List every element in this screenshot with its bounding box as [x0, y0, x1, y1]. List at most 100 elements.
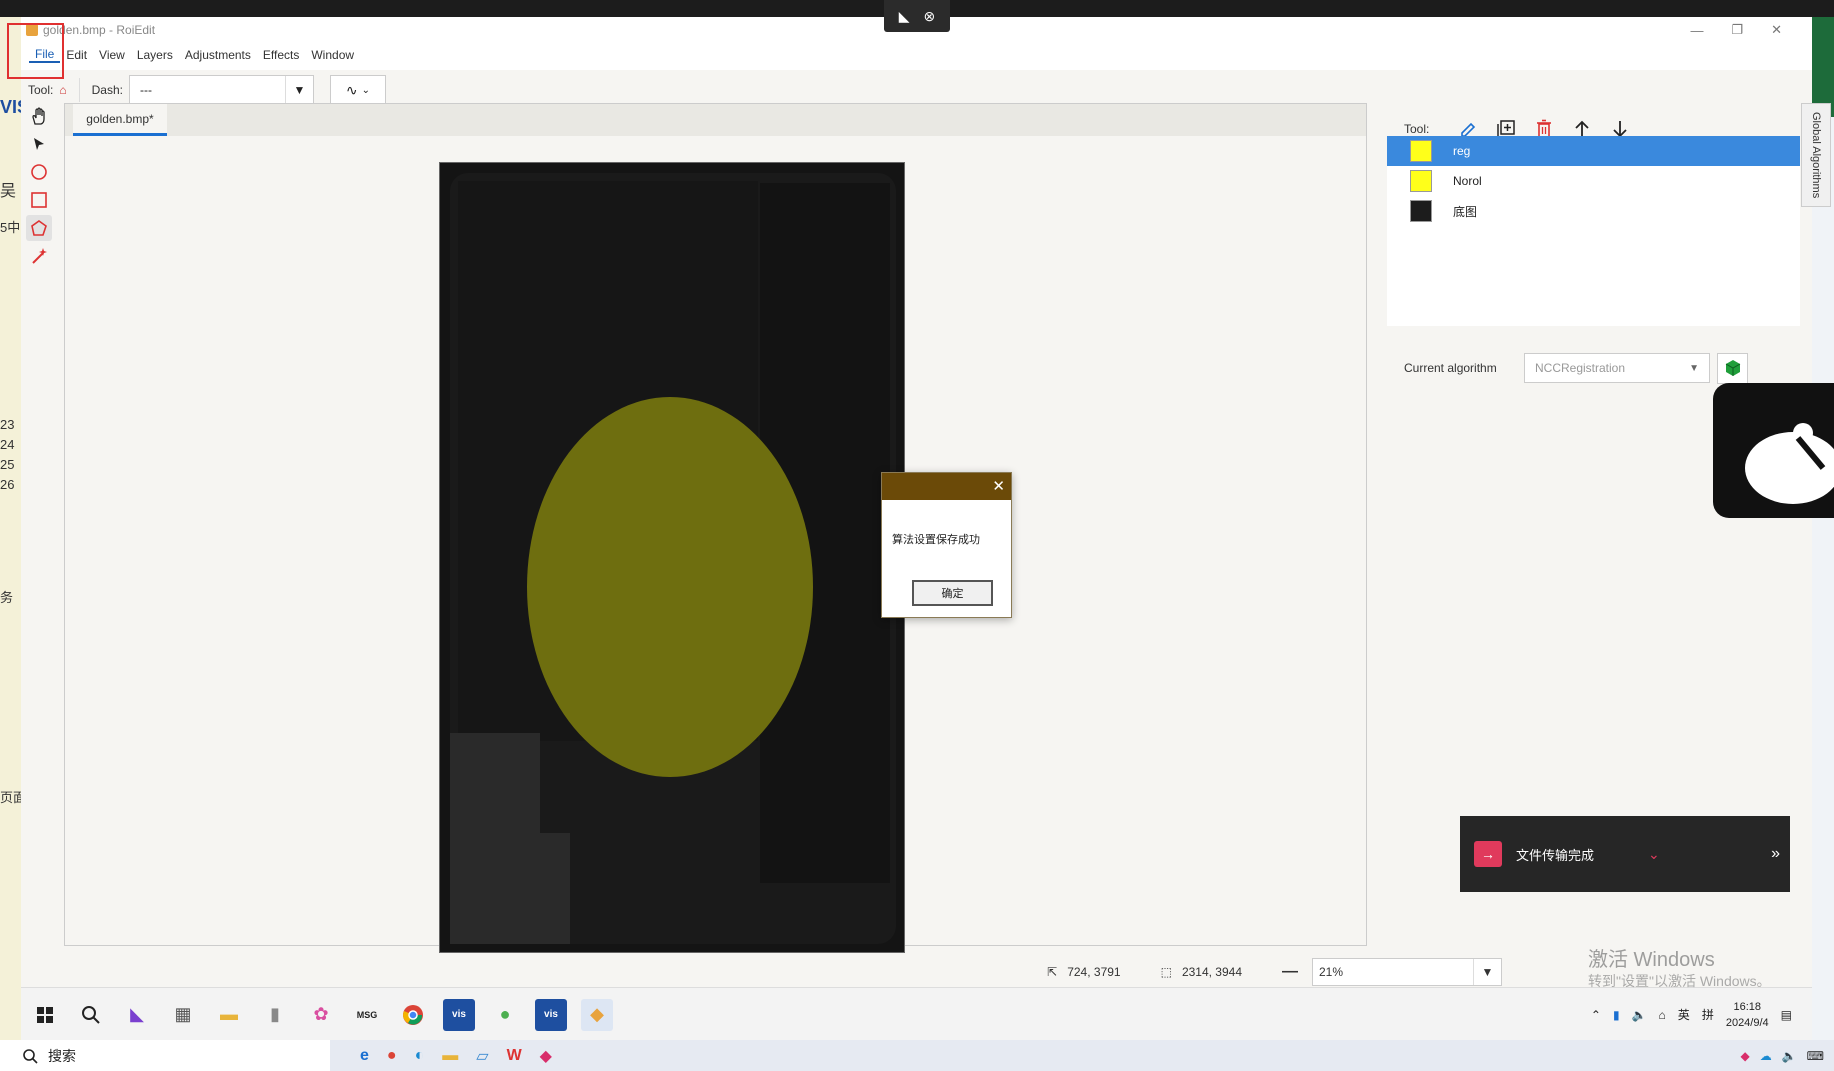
close-icon[interactable]: ✕	[1771, 22, 1782, 38]
tab-global-algorithms[interactable]: Global Algorithms	[1801, 103, 1831, 207]
visual-studio-icon[interactable]: ◣	[121, 999, 153, 1031]
close-icon[interactable]: ✕	[992, 477, 1005, 495]
ie-icon[interactable]: e	[360, 1047, 369, 1065]
clock[interactable]: 16:18 2024/9/4	[1726, 999, 1769, 1031]
layer-list: reg Norol 底图	[1387, 136, 1800, 326]
disconnect-icon[interactable]: ⊗	[924, 8, 936, 25]
app-icon[interactable]: ▮	[259, 999, 291, 1031]
transfer-notification[interactable]: → 文件传输完成 ⌄ »	[1460, 816, 1790, 892]
circle-icon[interactable]	[26, 159, 52, 185]
line-style-button[interactable]: ∿ ⌄	[329, 75, 386, 105]
palette-icon[interactable]: ✿	[305, 999, 337, 1031]
pointer-icon[interactable]	[26, 131, 52, 157]
ime-mode[interactable]: 拼	[1702, 1006, 1714, 1023]
cursor-icon: ⇱	[1047, 965, 1058, 979]
layer-name: reg	[1453, 144, 1471, 158]
menu-adjustments[interactable]: Adjustments	[179, 48, 257, 62]
msg-icon[interactable]: MSG	[351, 999, 383, 1031]
polygon-icon[interactable]	[26, 215, 52, 241]
dash-label: Dash:	[91, 83, 123, 97]
cloud-icon[interactable]: ☁	[1760, 1049, 1772, 1063]
highlight-box	[7, 23, 64, 79]
tool-palette	[21, 103, 54, 1003]
document-tab-bar: golden.bmp*	[65, 104, 1366, 136]
host-taskbar: 搜索 e ● ◐ ▬ ▱ W ◆ ◆ ☁ 🔈 ⌨	[0, 1040, 1834, 1071]
dialog-message: 算法设置保存成功	[892, 534, 980, 546]
chrome-icon[interactable]: ●	[387, 1047, 397, 1065]
menu-effects[interactable]: Effects	[257, 48, 305, 62]
ime-indicator[interactable]: 英	[1678, 1006, 1690, 1023]
bluetooth-icon[interactable]: ▮	[1613, 1008, 1620, 1022]
chevron-down-icon: ▼	[1689, 362, 1699, 374]
image-size: 2314, 3944	[1181, 965, 1242, 979]
rectangle-icon[interactable]	[26, 187, 52, 213]
image-viewer-icon[interactable]: ▦	[167, 999, 199, 1031]
algorithm-settings-button[interactable]	[1717, 352, 1748, 384]
keyboard-icon[interactable]: ⌨	[1807, 1049, 1824, 1063]
zoom-control: — 21% ▼	[1282, 958, 1502, 986]
folder-transfer-icon: →	[1474, 841, 1502, 867]
layer-item-norol[interactable]: Norol	[1387, 166, 1800, 196]
selection-size-icon: ⬚	[1160, 965, 1172, 979]
layer-item-base[interactable]: 底图	[1387, 196, 1800, 226]
zoom-select[interactable]: 21% ▼	[1312, 958, 1502, 986]
sogou-ime-widget[interactable]	[1713, 383, 1834, 518]
tab-golden-bmp[interactable]: golden.bmp*	[73, 104, 167, 136]
menu-edit[interactable]: Edit	[60, 48, 93, 62]
chevron-down-icon[interactable]: ▼	[284, 76, 313, 104]
start-icon[interactable]	[29, 999, 61, 1031]
vis-icon[interactable]: vis	[443, 998, 475, 1031]
layer-color-swatch	[1410, 200, 1432, 222]
menu-view[interactable]: View	[93, 48, 131, 62]
edge-icon[interactable]: ◐	[415, 1047, 425, 1065]
notification-icon[interactable]: ▤	[1781, 1008, 1792, 1022]
algorithm-value: NCCRegistration	[1535, 361, 1626, 375]
roiedit-icon[interactable]: ◆	[581, 998, 613, 1031]
pin-icon[interactable]: ◣	[899, 8, 910, 25]
layer-item-reg[interactable]: reg	[1387, 136, 1800, 166]
system-tray: ⌃ ▮ 🔈 ⌂ 英 拼 16:18 2024/9/4 ▤	[1591, 988, 1792, 1041]
tray-icon[interactable]: ◆	[1740, 1049, 1749, 1063]
chevron-down-icon[interactable]: ▼	[1473, 959, 1501, 985]
volume-icon[interactable]: 🔈	[1782, 1049, 1797, 1063]
hand-icon[interactable]	[26, 103, 52, 129]
cube-icon	[1725, 360, 1740, 376]
chevron-down-icon[interactable]: ⌄	[1648, 846, 1660, 863]
cursor-position: 724, 3791	[1067, 965, 1121, 979]
file-explorer-icon[interactable]: ▬	[213, 999, 245, 1031]
search-icon	[23, 1048, 38, 1064]
chevron-up-icon[interactable]: ⌃	[1591, 1008, 1601, 1022]
magic-wand-icon[interactable]	[26, 243, 52, 269]
network-icon[interactable]: ⌂	[1659, 1008, 1666, 1022]
feishu-icon[interactable]: ◆	[540, 1046, 552, 1066]
host-search-box[interactable]: 搜索	[0, 1040, 330, 1071]
chrome-icon[interactable]	[397, 999, 429, 1031]
zoom-out-icon[interactable]: —	[1282, 963, 1298, 981]
vis-icon-2[interactable]: vis	[535, 998, 567, 1031]
restore-icon[interactable]: ❐	[1731, 22, 1743, 38]
dash-select[interactable]: --- ▼	[128, 75, 314, 105]
volume-icon[interactable]: 🔈	[1632, 1008, 1647, 1022]
image-canvas[interactable]	[439, 162, 905, 953]
host-system-tray: ◆ ☁ 🔈 ⌨	[1740, 1040, 1824, 1071]
layer-name: Norol	[1453, 174, 1482, 188]
ball-icon[interactable]: ●	[489, 999, 521, 1031]
algorithm-select[interactable]: NCCRegistration ▼	[1524, 353, 1710, 383]
dash-value: ---	[139, 83, 152, 97]
status-bar: ⇱ 724, 3791 ⬚ 2314, 3944 — 21% ▼	[21, 957, 1812, 987]
layers-tool-label: Tool:	[1404, 122, 1430, 136]
wps-icon[interactable]: W	[507, 1047, 522, 1065]
folder-icon[interactable]: ▬	[442, 1047, 458, 1065]
minimize-icon[interactable]: —	[1690, 23, 1703, 38]
menu-window[interactable]: Window	[305, 48, 360, 62]
ok-button[interactable]: 确定	[912, 580, 993, 606]
host-search-placeholder: 搜索	[48, 1047, 76, 1064]
algorithm-row: Current algorithm NCCRegistration ▼	[1387, 348, 1800, 388]
expand-icon[interactable]: »	[1771, 845, 1780, 863]
remote-control-bar[interactable]: ◣ ⊗	[884, 0, 950, 32]
clock-time: 16:18	[1733, 1000, 1761, 1013]
menu-layers[interactable]: Layers	[131, 48, 179, 62]
search-icon[interactable]	[75, 999, 107, 1031]
notes-icon[interactable]: ▱	[476, 1046, 488, 1066]
divider	[78, 78, 80, 102]
